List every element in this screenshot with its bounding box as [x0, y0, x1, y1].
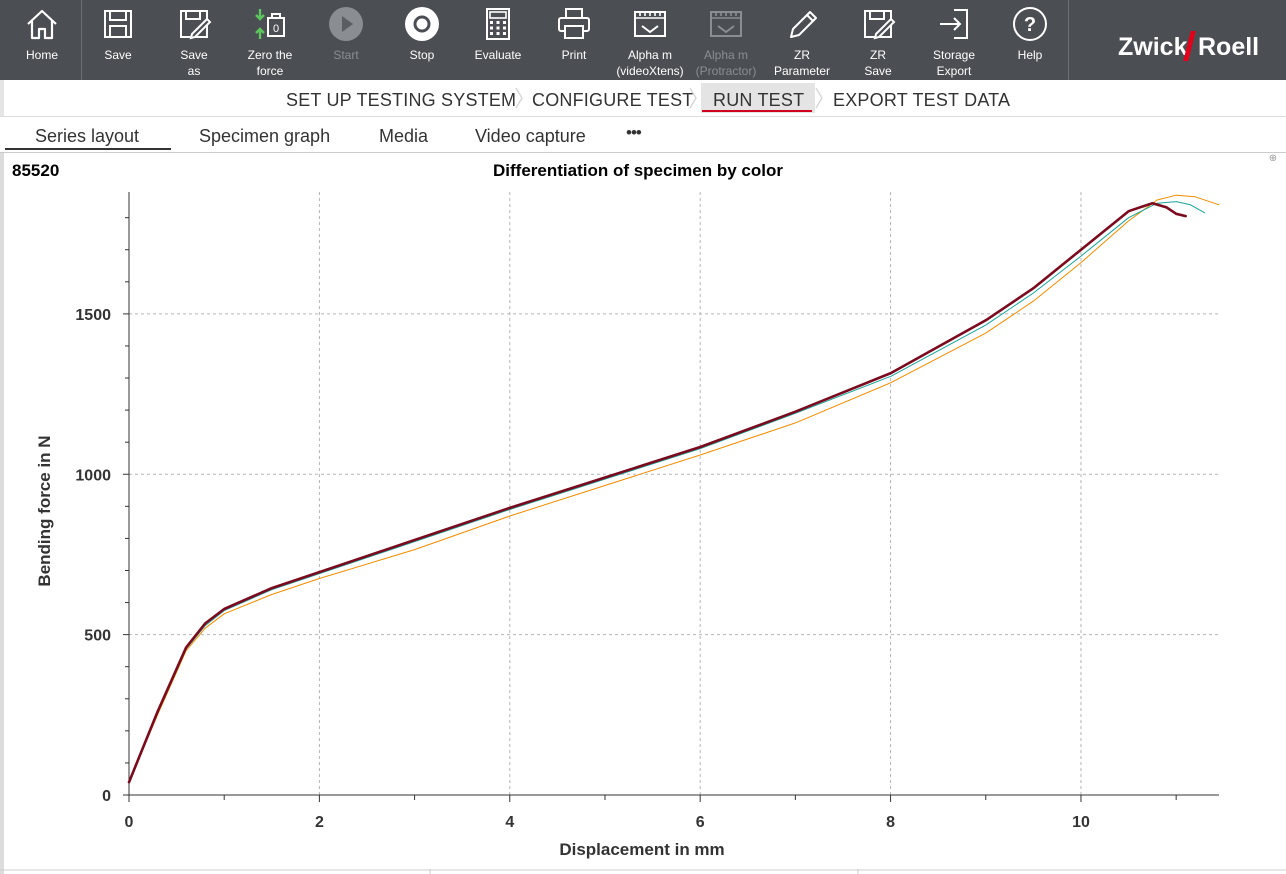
svg-text:0: 0	[273, 23, 279, 35]
save-edit-icon	[864, 10, 896, 40]
logo-text-left: Zwick	[1118, 33, 1188, 61]
home-label: Home	[25, 48, 58, 62]
toolbar-separator	[1068, 0, 1069, 80]
tab-specimen-graph[interactable]: Specimen graph	[199, 126, 330, 147]
zero-force-label: Zero the force	[247, 48, 293, 78]
stop-icon	[405, 7, 439, 41]
zero-force-icon: 0	[255, 9, 285, 39]
zoom-icon[interactable]: ⊕	[1265, 153, 1281, 167]
chart-title: Differentiation of specimen by color	[493, 161, 783, 180]
alpha-videoxtens-button[interactable]: Alpha m (videoXtens)	[612, 0, 688, 80]
zwickroell-logo: Zwick Roell	[1070, 0, 1286, 80]
toolbar: Home Save Save as 0 Zero the force Start…	[0, 0, 1286, 80]
printer-icon	[558, 8, 590, 39]
help-button[interactable]: ? Help	[992, 0, 1068, 80]
specimen-series-id: 85520	[12, 161, 60, 180]
ruler-icon	[634, 11, 666, 37]
evaluate-label: Evaluate	[474, 48, 522, 62]
nav-step-setup[interactable]: SET UP TESTING SYSTEM	[286, 90, 516, 111]
tab-active-underline	[5, 148, 171, 150]
zr-save-button[interactable]: ZR Save	[840, 0, 916, 80]
storage-export-button[interactable]: Storage Export	[916, 0, 992, 80]
zr-parameter-label: ZR Parameter	[773, 48, 831, 78]
stop-button[interactable]: Stop	[384, 0, 460, 80]
svg-text:?: ?	[1024, 14, 1036, 36]
save-as-label: Save as	[180, 48, 208, 78]
ruler-icon	[710, 11, 742, 37]
home-button[interactable]: Home	[4, 0, 80, 80]
workflow-nav: SET UP TESTING SYSTEM CONFIGURE TEST RUN…	[0, 80, 1286, 116]
tab-video-capture[interactable]: Video capture	[475, 126, 586, 147]
view-tabs: Series layout Specimen graph Media Video…	[0, 116, 1286, 153]
tab-series-layout[interactable]: Series layout	[35, 126, 139, 147]
chevron-right-icon	[689, 87, 697, 109]
start-button[interactable]: Start	[308, 0, 384, 80]
start-label: Start	[333, 48, 359, 62]
save-as-icon	[180, 10, 212, 40]
nav-step-configure[interactable]: CONFIGURE TEST	[532, 90, 693, 111]
nav-step-export[interactable]: EXPORT TEST DATA	[833, 90, 1010, 111]
print-label: Print	[561, 48, 587, 62]
save-button[interactable]: Save	[80, 0, 156, 80]
print-button[interactable]: Print	[536, 0, 612, 80]
save-icon	[104, 10, 132, 38]
chevron-right-icon	[515, 87, 523, 109]
zero-force-button[interactable]: 0 Zero the force	[232, 0, 308, 80]
calculator-icon	[486, 8, 510, 40]
home-icon	[27, 9, 57, 40]
chart-panel	[0, 153, 1286, 874]
alpha-protractor-label: Alpha m (Protractor)	[695, 48, 757, 78]
storage-export-label: Storage Export	[932, 48, 976, 78]
play-icon	[329, 7, 363, 41]
zr-parameter-button[interactable]: ZR Parameter	[764, 0, 840, 80]
bottom-status-strip	[0, 869, 1286, 874]
alpha-videoxtens-label: Alpha m (videoXtens)	[616, 48, 684, 78]
logo-text-right: Roell	[1198, 33, 1260, 61]
nav-step-run[interactable]: RUN TEST	[713, 90, 804, 111]
save-as-button[interactable]: Save as	[156, 0, 232, 80]
evaluate-button[interactable]: Evaluate	[460, 0, 536, 80]
help-icon: ?	[1013, 7, 1047, 41]
export-icon	[940, 9, 968, 39]
tab-media[interactable]: Media	[379, 126, 428, 147]
alpha-protractor-button[interactable]: Alpha m (Protractor)	[688, 0, 764, 80]
help-label: Help	[1017, 48, 1043, 62]
more-tabs-button[interactable]: •••	[626, 123, 642, 143]
chevron-right-icon	[815, 87, 823, 109]
zr-save-label: ZR Save	[864, 48, 892, 78]
stop-label: Stop	[409, 48, 435, 62]
save-label: Save	[104, 48, 132, 62]
pencil-icon	[790, 11, 817, 38]
